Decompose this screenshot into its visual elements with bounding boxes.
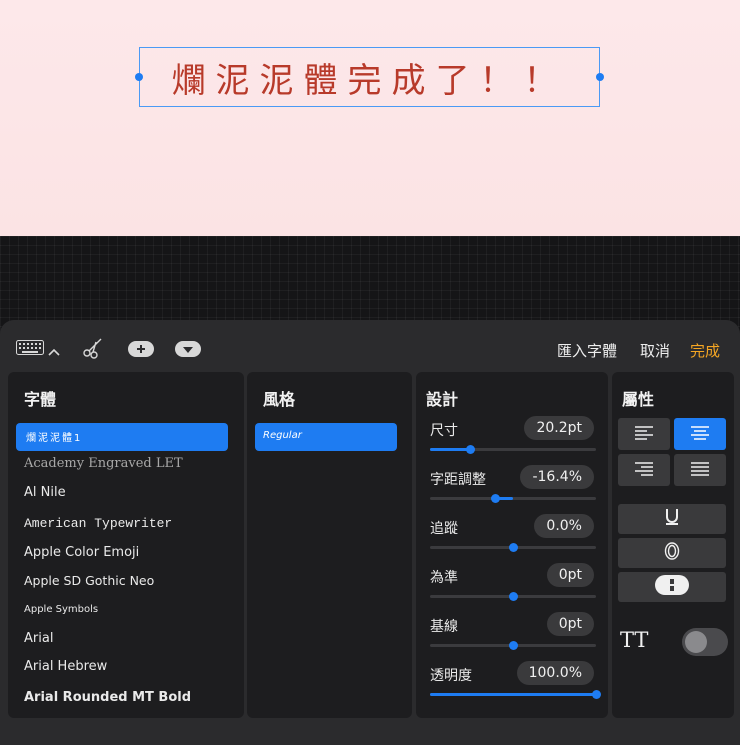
design-label-leading: 為準 [430,570,458,586]
align-center-button[interactable] [674,418,726,450]
design-slider-size[interactable] [430,445,596,454]
outline-text-icon [664,542,680,564]
text-edit-panel: 匯入字體 取消 完成 字體 爛泥泥體1 Academy Engraved LET… [0,320,740,745]
slider-knob[interactable] [509,592,518,601]
font-item-3[interactable]: Al Nile [24,485,66,500]
cancel-button[interactable]: 取消 [640,340,670,361]
style-item-regular[interactable]: Regular [263,430,302,441]
underline-icon [664,508,680,530]
slider-knob[interactable] [465,445,475,454]
vertical-text-button[interactable] [618,572,726,602]
outline-button[interactable] [618,538,726,568]
design-label-opacity: 透明度 [430,668,472,684]
design-column: 設計 尺寸 20.2pt 字距調整 -16.4% 追蹤 0.0% 為準 0pt 基線 0pt 透明度… [416,372,608,718]
font-column: 字體 爛泥泥體1 Academy Engraved LET Al Nile Am… [8,372,244,718]
font-item-7[interactable]: Apple Symbols [24,604,98,615]
design-label-size: 尺寸 [430,423,458,439]
design-label-tracking: 追蹤 [430,521,458,537]
toggle-thumb [685,631,707,653]
style-column: 風格 Regular [247,372,412,718]
resize-handle-right[interactable] [596,73,604,81]
chevron-up-icon[interactable] [48,342,60,361]
align-left-button[interactable] [618,418,670,450]
import-font-button[interactable]: 匯入字體 [557,340,617,361]
attributes-column-title: 屬性 [622,390,655,409]
design-slider-baseline[interactable] [430,641,596,650]
design-slider-kerning[interactable] [430,494,596,503]
slider-fill [430,693,596,696]
dropdown-icon[interactable] [175,341,201,361]
cut-icon[interactable] [82,337,104,363]
slider-fill [430,448,470,451]
align-justify-icon [690,461,710,480]
font-item-1[interactable]: 爛泥泥體1 [26,429,82,444]
slider-knob[interactable] [509,543,518,552]
design-value-size[interactable]: 20.2pt [524,416,594,440]
done-button[interactable]: 完成 [690,340,720,361]
font-item-4[interactable]: American Typewriter [24,516,172,531]
align-justify-button[interactable] [674,454,726,486]
slider-knob[interactable] [490,494,500,503]
align-center-icon [690,425,710,444]
align-right-button[interactable] [618,454,670,486]
design-value-opacity[interactable]: 100.0% [516,661,594,685]
add-icon[interactable] [128,341,154,361]
design-slider-leading[interactable] [430,592,596,601]
design-value-kerning[interactable]: -16.4% [520,465,594,489]
font-item-10[interactable]: Arial Rounded MT Bold [24,690,191,705]
attributes-column: 屬性 TT [612,372,734,718]
slider-knob[interactable] [509,641,518,650]
font-item-9[interactable]: Arial Hebrew [24,659,107,674]
vertical-text-icon [655,575,689,599]
design-value-baseline[interactable]: 0pt [546,612,594,636]
all-caps-label: TT [620,628,649,652]
document-canvas[interactable]: 爛泥泥體完成了！！ [0,0,740,236]
font-column-title: 字體 [24,390,57,409]
style-column-title: 風格 [263,390,296,409]
font-item-6[interactable]: Apple SD Gothic Neo [24,573,154,588]
design-label-kerning: 字距調整 [430,472,486,488]
design-value-leading[interactable]: 0pt [546,563,594,587]
underline-button[interactable] [618,504,726,534]
text-layer-box[interactable]: 爛泥泥體完成了！！ [139,47,600,107]
align-left-icon [634,425,654,444]
font-item-8[interactable]: Arial [24,631,53,646]
all-caps-toggle[interactable] [682,628,728,656]
design-slider-tracking[interactable] [430,543,596,552]
keyboard-icon[interactable] [16,340,44,359]
canvas-text: 爛泥泥體完成了！！ [171,60,568,101]
panel-toolbar: 匯入字體 取消 完成 [0,320,740,372]
slider-knob[interactable] [592,690,601,699]
design-value-tracking[interactable]: 0.0% [534,514,594,538]
design-column-title: 設計 [426,390,459,409]
font-item-2[interactable]: Academy Engraved LET [24,456,183,471]
font-item-5[interactable]: Apple Color Emoji [24,545,139,560]
resize-handle-left[interactable] [135,73,143,81]
design-slider-opacity[interactable] [430,690,601,699]
design-label-baseline: 基線 [430,619,458,635]
align-right-icon [634,461,654,480]
